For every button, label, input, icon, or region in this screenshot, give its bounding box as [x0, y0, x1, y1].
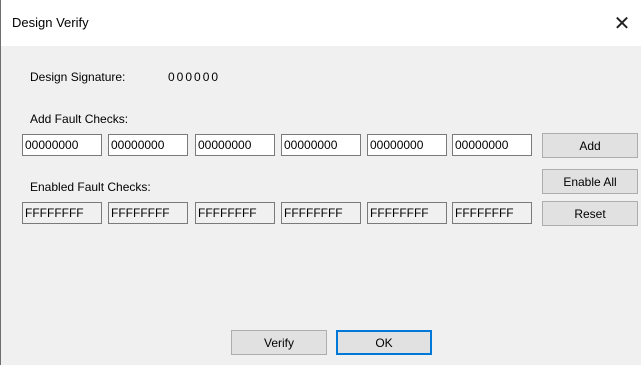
close-icon[interactable]: ✕ — [602, 0, 641, 46]
enabled-fault-check-field-5[interactable] — [367, 202, 447, 224]
design-verify-dialog: Design Verify ✕ Design Signature: 000000… — [0, 0, 641, 365]
add-fault-check-field-2[interactable] — [108, 134, 188, 156]
add-fault-check-field-3[interactable] — [195, 134, 275, 156]
verify-button[interactable]: Verify — [231, 330, 327, 355]
enabled-fault-check-field-4[interactable] — [281, 202, 361, 224]
enable-all-button[interactable]: Enable All — [542, 169, 638, 194]
add-fault-checks-label: Add Fault Checks: — [30, 112, 129, 126]
enabled-fault-check-field-1[interactable] — [22, 202, 102, 224]
add-button[interactable]: Add — [542, 133, 638, 158]
enabled-fault-checks-label: Enabled Fault Checks: — [30, 180, 151, 194]
title-bar: Design Verify ✕ — [1, 0, 641, 46]
add-fault-check-field-6[interactable] — [452, 134, 532, 156]
window-title: Design Verify — [12, 15, 89, 30]
ok-button[interactable]: OK — [336, 330, 432, 355]
enabled-fault-check-field-2[interactable] — [108, 202, 188, 224]
enabled-fault-check-field-3[interactable] — [195, 202, 275, 224]
add-fault-check-field-5[interactable] — [367, 134, 447, 156]
add-fault-check-field-4[interactable] — [281, 134, 361, 156]
add-fault-check-field-1[interactable] — [22, 134, 102, 156]
enabled-fault-check-field-6[interactable] — [452, 202, 532, 224]
design-signature-label: Design Signature: — [30, 70, 126, 84]
design-signature-value: 000000 — [168, 70, 221, 84]
reset-button[interactable]: Reset — [542, 201, 638, 226]
